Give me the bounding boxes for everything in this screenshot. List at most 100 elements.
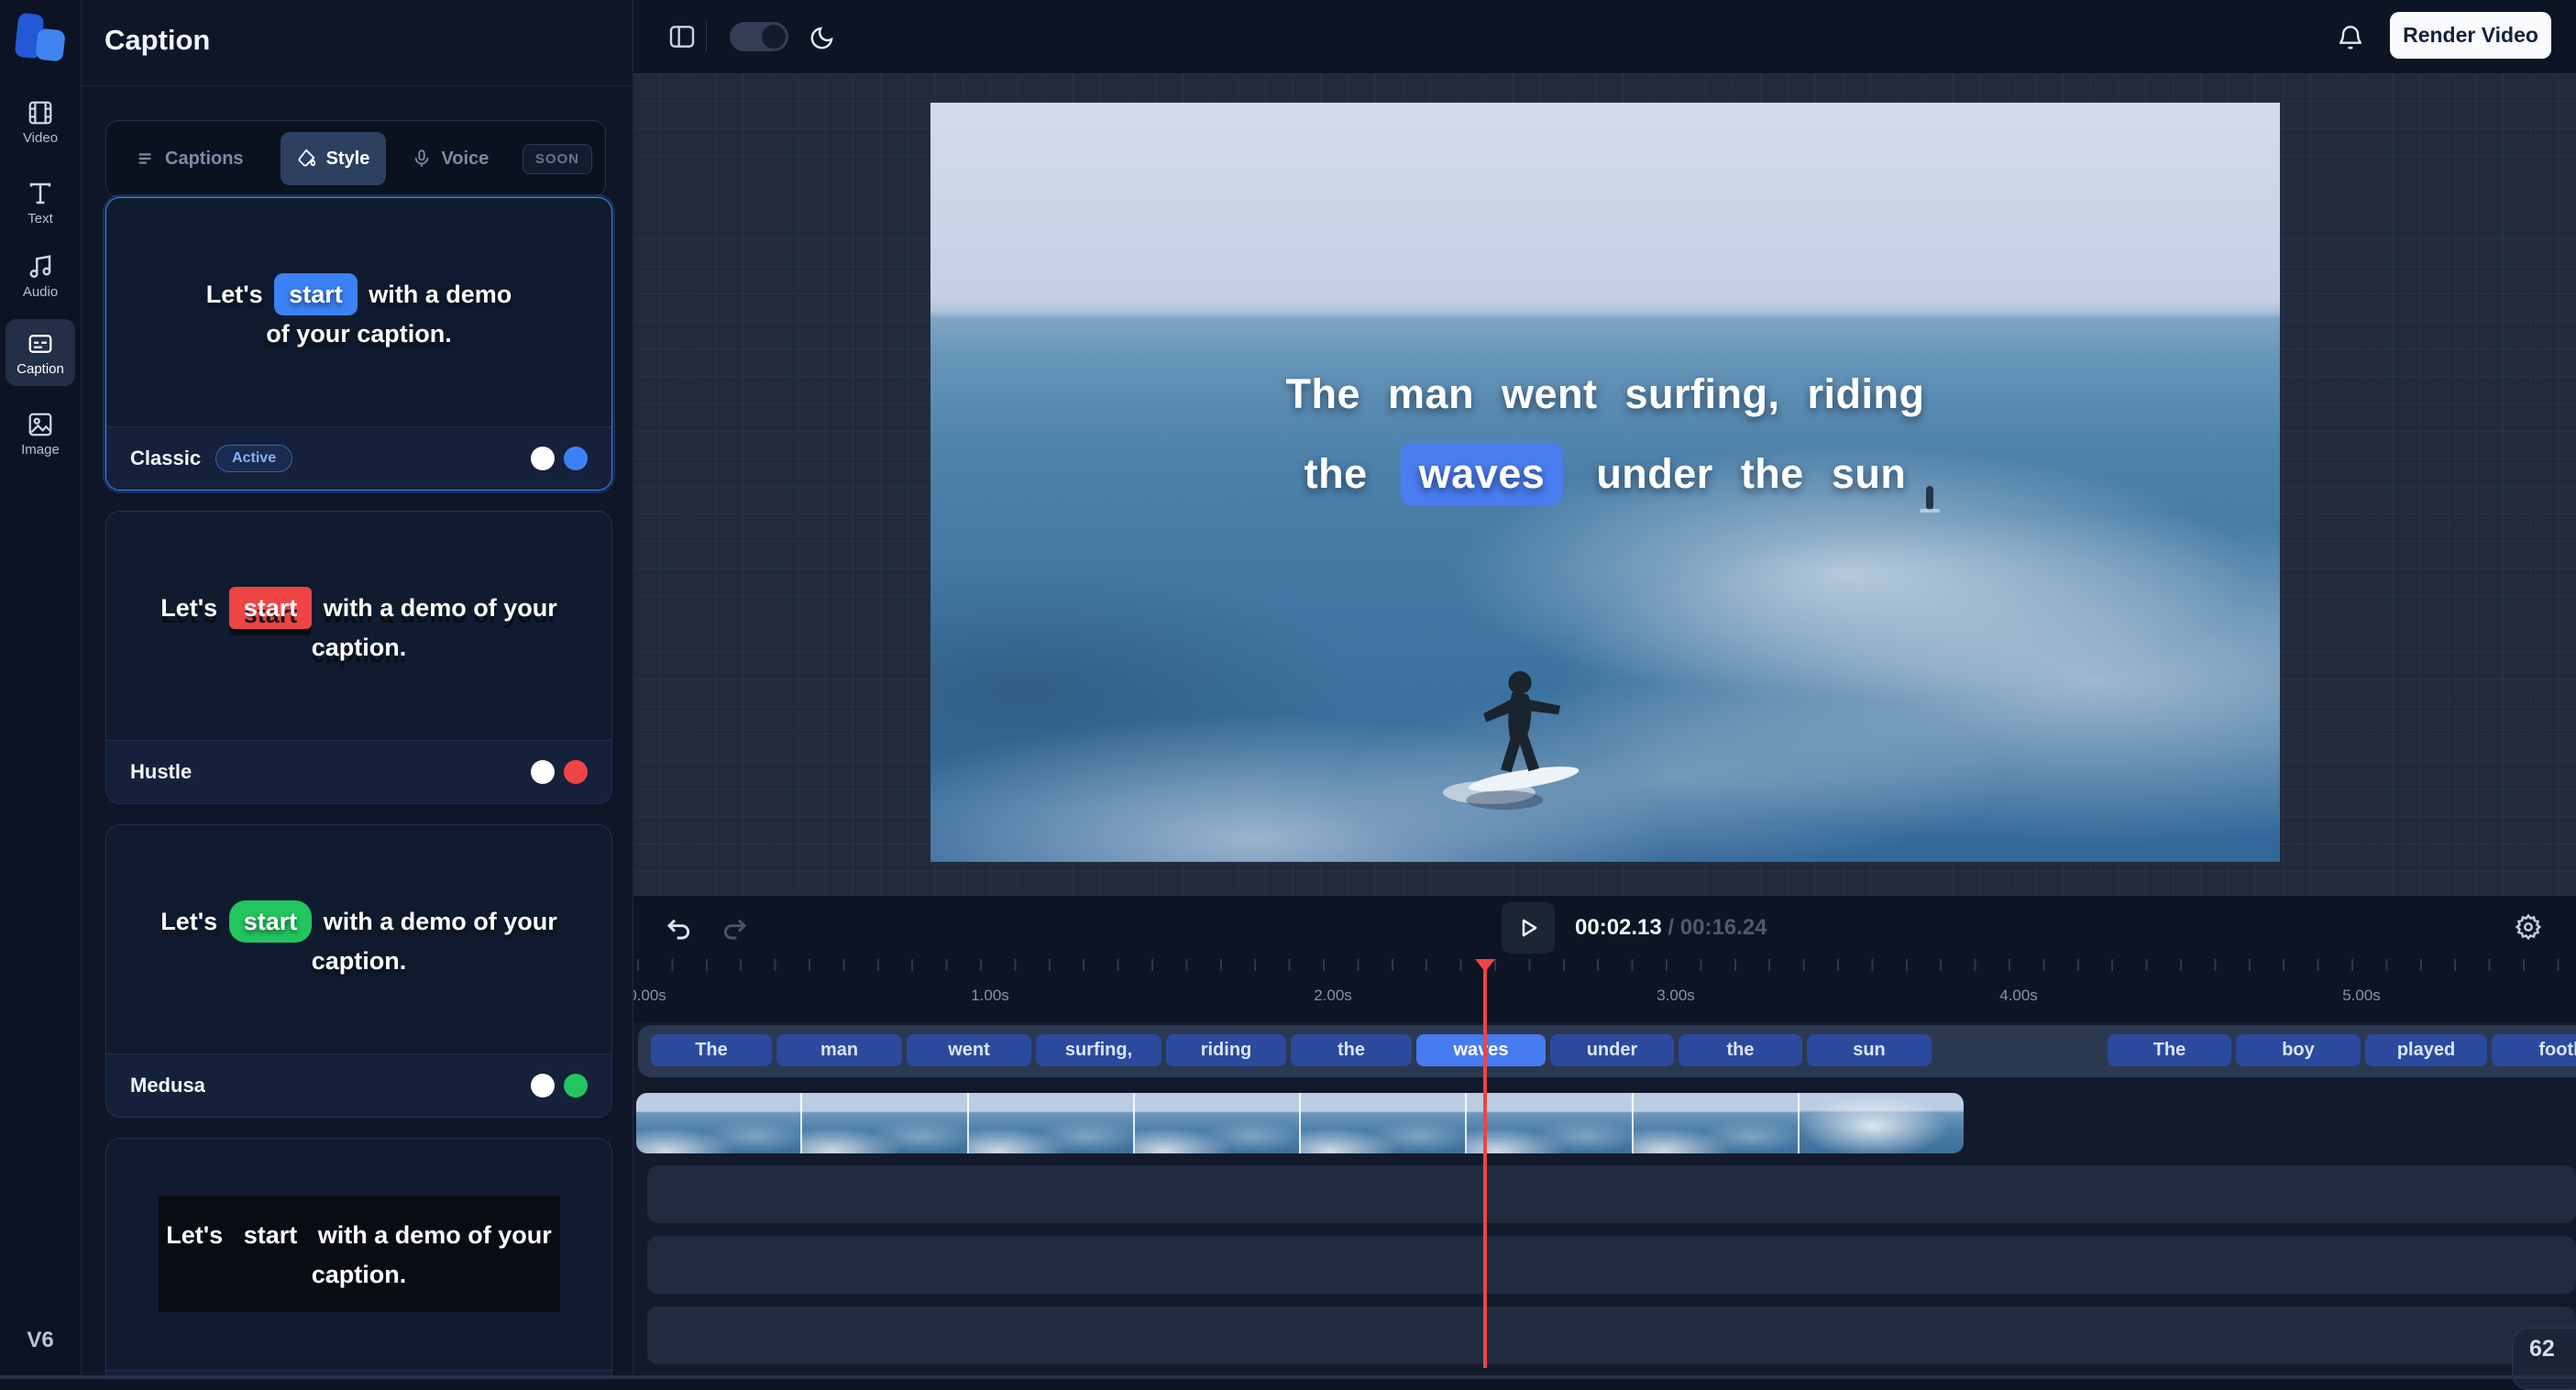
style-card-classic[interactable]: Let's start with a demo of your caption.… xyxy=(105,197,612,491)
style-card-medusa[interactable]: Let's start with a demo of your caption.… xyxy=(105,824,612,1118)
empty-track-row[interactable] xyxy=(647,1165,2576,1223)
card-preview: Let's start with a demo of your caption. xyxy=(106,1139,611,1368)
tab-label: Voice xyxy=(441,149,489,170)
total-time: 00:16.24 xyxy=(1680,915,1767,941)
ruler-label: 1.00s xyxy=(971,987,1009,1005)
color-dots xyxy=(531,1074,588,1098)
page-title: Caption xyxy=(105,24,210,57)
video-thumbnail xyxy=(636,1093,800,1153)
app-logo[interactable] xyxy=(15,11,66,62)
app-version: V6 xyxy=(0,1328,81,1353)
tab-captions[interactable]: Captions xyxy=(119,132,260,185)
word-block[interactable]: boy xyxy=(2236,1034,2361,1066)
distant-surfboard xyxy=(1920,509,1940,513)
word-block[interactable]: football xyxy=(2492,1034,2576,1066)
word-block[interactable]: riding xyxy=(1166,1034,1286,1066)
caption-line-1: The man went surfing, riding xyxy=(930,370,2280,418)
timeline-settings-gear-icon[interactable] xyxy=(2514,912,2543,942)
color-dot-white[interactable] xyxy=(531,447,555,470)
card-preview: Let's start with a demo of your caption. xyxy=(106,198,611,427)
video-clip-track[interactable] xyxy=(636,1093,1964,1153)
ruler-ticks xyxy=(637,959,2576,971)
ruler-label: 0.00s xyxy=(633,987,666,1005)
video-thumbnail xyxy=(800,1093,966,1153)
card-footer: Hustle xyxy=(106,740,611,803)
card-preview: Let's start with a demo of your caption. xyxy=(106,825,611,1054)
style-card-hustle[interactable]: Let's start with a demo of your caption.… xyxy=(105,511,612,804)
sidebar-item-text[interactable]: Text xyxy=(6,172,75,232)
word-block[interactable]: the xyxy=(1291,1034,1412,1066)
card-footer: Classic Active xyxy=(106,426,611,490)
word-block[interactable]: The xyxy=(651,1034,772,1066)
empty-track-row[interactable] xyxy=(647,1236,2576,1294)
sidebar-item-audio[interactable]: Audio xyxy=(6,246,75,305)
player-toolbar: 00:02.13 / 00:16.24 xyxy=(633,896,2576,959)
color-dot-accent[interactable] xyxy=(564,760,588,784)
word-block[interactable]: The xyxy=(2108,1034,2231,1066)
main-area: Render Video The man xyxy=(633,0,2576,1379)
word-block[interactable]: the xyxy=(1679,1034,1802,1066)
microphone-icon xyxy=(412,149,432,169)
word-block[interactable]: went xyxy=(907,1034,1031,1066)
ruler-label: 4.00s xyxy=(1999,987,2038,1005)
card-name: Medusa xyxy=(130,1074,205,1098)
sidebar-item-caption[interactable]: Caption xyxy=(6,319,75,386)
empty-track-row[interactable] xyxy=(647,1307,2576,1364)
tab-voice[interactable]: Voice xyxy=(395,132,489,185)
topbar-divider xyxy=(706,22,707,51)
color-dots xyxy=(531,760,588,784)
main-topbar: Render Video xyxy=(633,0,2576,74)
word-block-active[interactable]: waves xyxy=(1416,1034,1546,1066)
soon-badge: SOON xyxy=(523,144,592,174)
text-icon xyxy=(6,180,75,207)
video-caption-overlay: The man went surfing, riding the waves u… xyxy=(930,370,2280,505)
color-dot-accent[interactable] xyxy=(564,447,588,470)
style-card-list: Let's start with a demo of your caption.… xyxy=(105,197,612,1379)
color-dot-white[interactable] xyxy=(531,760,555,784)
moon-icon[interactable] xyxy=(809,24,836,51)
card-name: Classic xyxy=(130,447,201,470)
video-thumbnail xyxy=(967,1093,1133,1153)
theme-toggle[interactable] xyxy=(730,22,788,51)
video-preview[interactable]: The man went surfing, riding the waves u… xyxy=(930,103,2280,862)
notifications-bell-icon[interactable] xyxy=(2336,22,2365,51)
video-thumbnail xyxy=(1632,1093,1798,1153)
color-dot-accent[interactable] xyxy=(564,1074,588,1098)
undo-icon[interactable] xyxy=(664,912,693,942)
timeline-ruler[interactable]: 0.00s 1.00s 2.00s 3.00s 4.00s 5.00s xyxy=(633,959,2576,1022)
play-button[interactable] xyxy=(1502,902,1555,954)
play-icon xyxy=(1514,914,1542,942)
word-block[interactable]: under xyxy=(1550,1034,1674,1066)
bottom-scrollbar[interactable] xyxy=(0,1375,2576,1379)
tab-label: Captions xyxy=(165,149,244,170)
toggle-sidebar-icon[interactable] xyxy=(667,22,697,51)
tab-style[interactable]: Style xyxy=(281,132,387,185)
playhead-handle[interactable] xyxy=(1475,959,1495,972)
card-footer: Medusa xyxy=(106,1054,611,1117)
sidebar-item-label: Text xyxy=(6,211,75,226)
render-video-button[interactable]: Render Video xyxy=(2390,12,2551,59)
word-block[interactable]: sun xyxy=(1807,1034,1932,1066)
color-dot-white[interactable] xyxy=(531,1074,555,1098)
card-name: Hustle xyxy=(130,760,192,784)
sidebar-item-image[interactable]: Image xyxy=(6,403,75,463)
word-block[interactable]: played xyxy=(2365,1034,2487,1066)
sidebar-item-video[interactable]: Video xyxy=(6,92,75,151)
caption-panel: Caption Captions Style Voice SOON Let's … xyxy=(81,0,633,1379)
caption-line-2: the waves under the sun xyxy=(930,443,2280,505)
highlight-chip: start xyxy=(229,587,313,630)
icon-rail: Video Text Audio Caption Image V6 xyxy=(0,0,82,1379)
playhead-line[interactable] xyxy=(1483,961,1487,1368)
style-card-minimal[interactable]: Let's start with a demo of your caption.… xyxy=(105,1138,612,1379)
sidebar-item-label: Image xyxy=(6,442,75,458)
ruler-label: 3.00s xyxy=(1657,987,1695,1005)
redo-icon[interactable] xyxy=(721,912,750,942)
video-thumbnail xyxy=(1798,1093,1964,1153)
word-block[interactable]: man xyxy=(776,1034,902,1066)
image-icon xyxy=(6,411,75,438)
sidebar-item-label: Audio xyxy=(6,284,75,300)
color-dots xyxy=(531,447,588,470)
highlighted-word-chip: waves xyxy=(1401,443,1564,505)
paint-bucket-icon xyxy=(297,149,317,169)
word-block[interactable]: surfing, xyxy=(1036,1034,1161,1066)
